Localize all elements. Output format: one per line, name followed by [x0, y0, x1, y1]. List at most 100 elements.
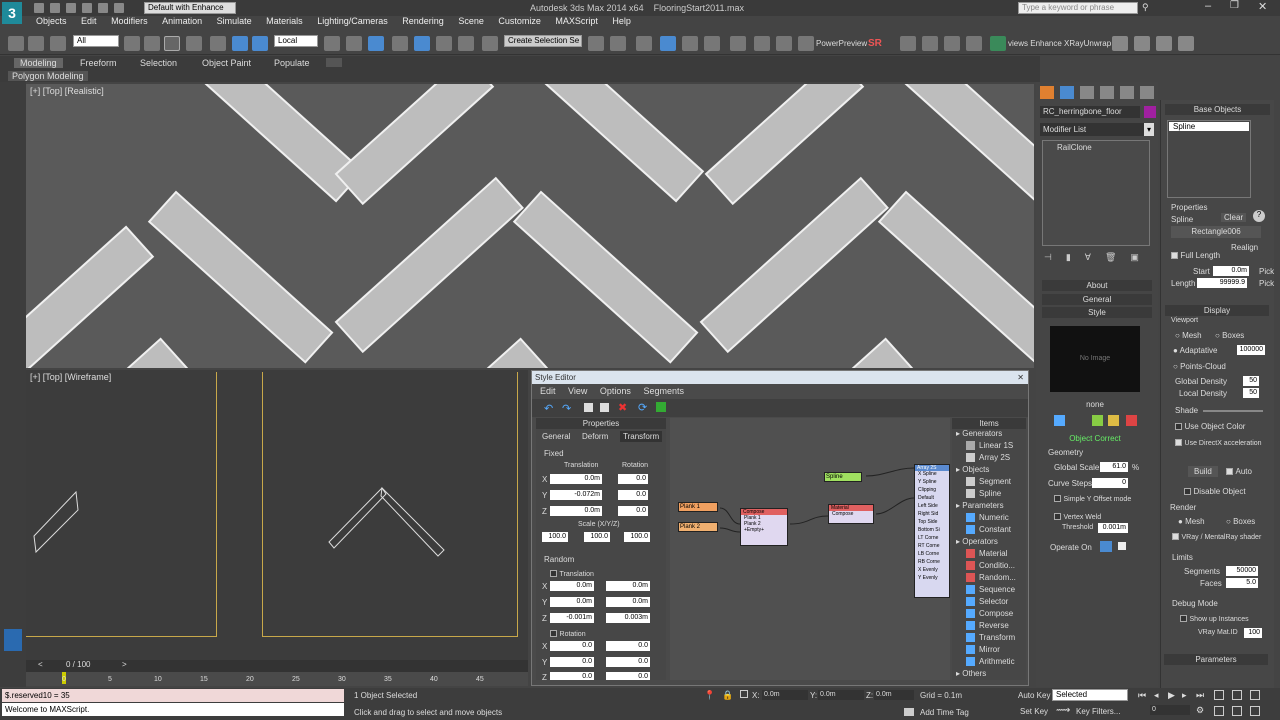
- spinner-snap-icon[interactable]: [458, 36, 474, 51]
- select-object-icon[interactable]: [124, 36, 140, 51]
- z-coordinate[interactable]: 0.0m: [874, 690, 914, 700]
- style-delete-icon[interactable]: [1126, 415, 1137, 426]
- disable-object-check[interactable]: Disable Object: [1184, 486, 1246, 496]
- views-enhance-icon[interactable]: [990, 36, 1006, 51]
- ref-coord-dropdown[interactable]: Local: [274, 35, 318, 47]
- menu-customize[interactable]: Customize: [498, 16, 541, 26]
- rollout-style[interactable]: Style: [1042, 307, 1152, 318]
- se-rand-rotation-check[interactable]: Rotation: [550, 628, 586, 638]
- ribbon-tab-selection[interactable]: Selection: [140, 58, 177, 68]
- object-name-field[interactable]: RC_herringbone_floor: [1040, 106, 1140, 118]
- ribbon-tab-object-paint[interactable]: Object Paint: [202, 58, 251, 68]
- snaps-toggle-icon[interactable]: [392, 36, 408, 51]
- bind-spacewarp-icon[interactable]: [50, 36, 66, 51]
- utilities-tab-icon[interactable]: [1140, 86, 1154, 99]
- vray-shader-check[interactable]: VRay / MentalRay shader: [1172, 531, 1261, 541]
- style-add-icon[interactable]: [1092, 415, 1103, 426]
- tool-d-icon[interactable]: [966, 36, 982, 51]
- select-by-name-icon[interactable]: [144, 36, 160, 51]
- curve-steps-spinner[interactable]: 0: [1092, 478, 1128, 488]
- se-fixed-x-rotation[interactable]: 0.0: [618, 474, 648, 484]
- se-fixed-z-rotation[interactable]: 0.0: [618, 506, 648, 516]
- items-entry[interactable]: Arithmetic: [956, 657, 1026, 669]
- prev-frame-icon[interactable]: <: [38, 660, 43, 669]
- stack-item-railclone[interactable]: RailClone: [1043, 141, 1149, 154]
- align-icon[interactable]: [610, 36, 626, 51]
- spline-pick-button[interactable]: Rectangle006: [1171, 226, 1261, 238]
- node-plank-2[interactable]: Plank 2: [678, 522, 718, 532]
- se-scale-y[interactable]: 100.0: [584, 532, 610, 542]
- rect-selection-icon[interactable]: [164, 36, 180, 51]
- menu-objects[interactable]: Objects: [36, 16, 67, 26]
- operate-on-mesh-icon[interactable]: [1100, 541, 1112, 552]
- items-entry[interactable]: Sequence: [956, 585, 1026, 597]
- length-spinner[interactable]: 99999.9: [1197, 278, 1247, 288]
- orbit-icon[interactable]: [1250, 706, 1260, 716]
- items-entry[interactable]: Selector: [956, 597, 1026, 609]
- se-rand-y-min[interactable]: 0.0m: [550, 597, 594, 607]
- help-icon[interactable]: ?: [1253, 210, 1265, 222]
- adaptative-radio[interactable]: ● Adaptative: [1173, 346, 1217, 355]
- next-key-icon[interactable]: ▸: [1182, 690, 1187, 701]
- vray-mat-id-spinner[interactable]: 100: [1244, 628, 1262, 638]
- use-object-color-check[interactable]: Use Object Color: [1175, 421, 1245, 431]
- pan-icon[interactable]: [1232, 706, 1242, 716]
- node-array-2s[interactable]: Array 2S X Spline Y Spline Clipping Default…: [914, 464, 950, 598]
- search-input[interactable]: Type a keyword or phrase: [1018, 2, 1138, 14]
- redo-icon[interactable]: [98, 3, 108, 13]
- items-entry[interactable]: Material: [956, 549, 1026, 561]
- auto-check[interactable]: Auto: [1226, 466, 1252, 476]
- simple-y-check[interactable]: Simple Y Offset mode: [1054, 493, 1131, 503]
- pin-stack-icon[interactable]: ⊣: [1044, 252, 1052, 262]
- items-entry[interactable]: Linear 1S: [956, 441, 1026, 453]
- operate-on-poly-icon[interactable]: [1118, 542, 1126, 550]
- se-scale-x[interactable]: 100.0: [542, 532, 568, 542]
- maxscript-output-line[interactable]: Welcome to MAXScript.: [2, 703, 344, 716]
- se-rand-rot-y-max[interactable]: 0.0: [606, 657, 650, 667]
- se-node-graph[interactable]: Plank 1 Plank 2 Compose Plank 1 Plank 2 …: [670, 418, 950, 680]
- se-rand-rot-x-min[interactable]: 0.0: [550, 641, 594, 651]
- se-rand-z-min[interactable]: -0.001m: [550, 613, 594, 623]
- render-boxes-radio[interactable]: ○ Boxes: [1226, 517, 1255, 526]
- menu-simulate[interactable]: Simulate: [217, 16, 252, 26]
- viewport-top-wireframe[interactable]: [+] [Top] [Wireframe]: [26, 370, 528, 660]
- powerpreview-button[interactable]: PowerPreview: [816, 39, 867, 48]
- items-entry[interactable]: Transform: [956, 633, 1026, 645]
- hierarchy-tab-icon[interactable]: [1080, 86, 1094, 99]
- tool-h-icon[interactable]: [1178, 36, 1194, 51]
- add-time-tag-button[interactable]: Add Time Tag: [920, 708, 969, 717]
- render-icon[interactable]: [798, 36, 814, 51]
- se-copy-icon[interactable]: [584, 403, 593, 412]
- new-file-icon[interactable]: [34, 3, 44, 13]
- se-paste-icon[interactable]: [600, 403, 609, 412]
- se-fixed-z-translation[interactable]: 0.0m: [550, 506, 602, 516]
- isolate-icon[interactable]: 📍: [704, 690, 715, 701]
- se-rand-z-max[interactable]: 0.003m: [606, 613, 650, 623]
- key-mode-dropdown[interactable]: Selected: [1052, 689, 1128, 701]
- full-length-check[interactable]: Full Length: [1171, 250, 1220, 260]
- display-tab-icon[interactable]: [1120, 86, 1134, 99]
- global-scale-spinner[interactable]: 61.0: [1100, 462, 1128, 472]
- se-fixed-y-rotation[interactable]: 0.0: [618, 490, 648, 500]
- se-menu-edit[interactable]: Edit: [540, 386, 556, 396]
- unlink-icon[interactable]: [28, 36, 44, 51]
- key-filters-button[interactable]: Key Filters...: [1076, 707, 1120, 716]
- ribbon-tab-modeling[interactable]: Modeling: [14, 58, 63, 68]
- se-rand-x-max[interactable]: 0.0m: [606, 581, 650, 591]
- style-edit-icon[interactable]: [1054, 415, 1065, 426]
- x-coordinate[interactable]: 0.0m: [762, 690, 808, 700]
- ribbon-tab-freeform[interactable]: Freeform: [80, 58, 117, 68]
- play-icon[interactable]: ▶: [1168, 690, 1175, 701]
- se-menu-segments[interactable]: Segments: [643, 386, 684, 396]
- menu-scene[interactable]: Scene: [458, 16, 484, 26]
- se-redo-icon[interactable]: ↷: [562, 402, 571, 415]
- curve-editor-icon[interactable]: [682, 36, 698, 51]
- menu-materials[interactable]: Materials: [266, 16, 303, 26]
- render-setup-icon[interactable]: [754, 36, 770, 51]
- adaptative-spinner[interactable]: 100000: [1237, 345, 1265, 355]
- auto-key-button[interactable]: Auto Key: [1018, 691, 1050, 700]
- clear-button[interactable]: Clear: [1221, 213, 1247, 222]
- vertex-weld-check[interactable]: Vertex Weld: [1054, 511, 1101, 521]
- open-file-icon[interactable]: [50, 3, 60, 13]
- menu-edit[interactable]: Edit: [81, 16, 97, 26]
